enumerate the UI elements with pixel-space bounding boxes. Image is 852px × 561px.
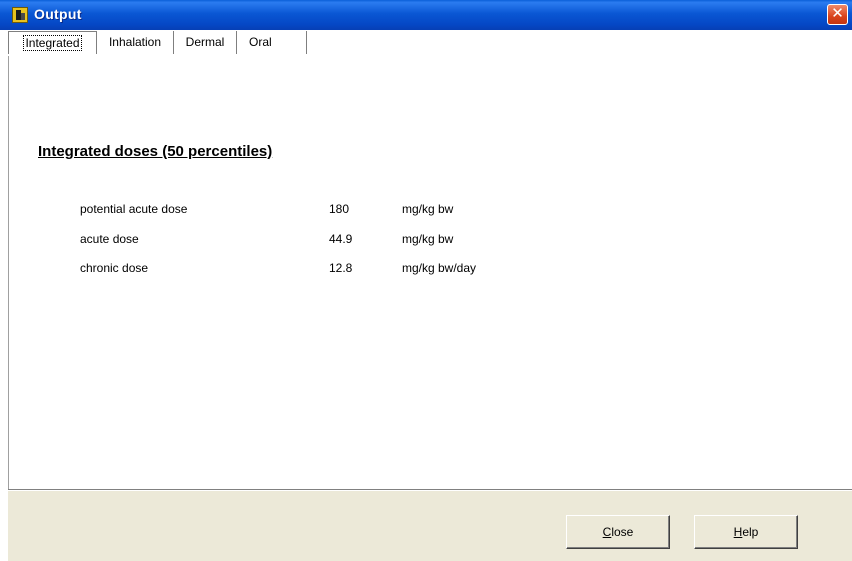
dose-value: 180	[329, 202, 350, 216]
dose-label: chronic dose	[80, 261, 149, 275]
help-button[interactable]: Help	[694, 515, 798, 549]
tab-oral[interactable]: Oral	[237, 31, 307, 54]
section-heading: Integrated doses (50 percentiles)	[38, 143, 273, 160]
dose-unit: mg/kg bw	[402, 232, 454, 246]
app-icon	[12, 7, 28, 23]
tab-label: Oral	[249, 35, 272, 49]
window-title: Output	[34, 6, 82, 22]
dose-unit: mg/kg bw/day	[402, 261, 477, 275]
dose-unit: mg/kg bw	[402, 202, 454, 216]
tab-label: Integrated	[23, 35, 82, 51]
tab-label: Inhalation	[108, 35, 162, 49]
dose-label: potential acute dose	[80, 202, 188, 216]
dose-label: acute dose	[80, 232, 139, 246]
title-bar[interactable]: Output ✕	[0, 0, 852, 30]
tab-dermal[interactable]: Dermal	[174, 31, 237, 54]
tab-integrated[interactable]: Integrated	[8, 31, 97, 54]
dose-value: 44.9	[329, 232, 353, 246]
tab-inhalation[interactable]: Inhalation	[97, 31, 174, 54]
dose-value: 12.8	[329, 261, 353, 275]
help-label-rest: elp	[742, 525, 759, 539]
tab-label: Dermal	[185, 35, 225, 49]
close-label-rest: lose	[611, 525, 634, 539]
window-close-button[interactable]: ✕	[827, 4, 848, 25]
close-button[interactable]: Close	[566, 515, 670, 549]
output-window: Output ✕ Integrated Inhalation Dermal Or…	[0, 0, 852, 561]
